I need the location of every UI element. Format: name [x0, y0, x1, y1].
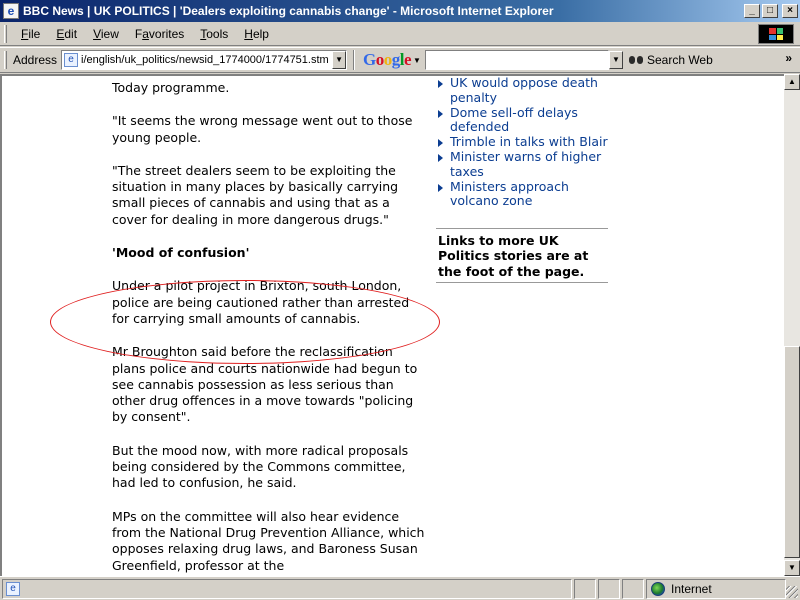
- bullet-arrow-icon: [438, 80, 443, 88]
- search-dropdown-button[interactable]: ▼: [608, 51, 623, 69]
- article-paragraph: "The street dealers seem to be exploitin…: [112, 162, 399, 227]
- google-letter-e: e: [404, 50, 412, 69]
- google-letter-g2: g: [391, 50, 401, 69]
- menu-help[interactable]: Help: [236, 25, 277, 43]
- toolbar-grip[interactable]: [4, 51, 7, 69]
- related-link[interactable]: UK would oppose death penalty: [436, 76, 608, 105]
- menu-edit[interactable]: Edit: [48, 25, 85, 43]
- status-cell: [622, 578, 644, 599]
- menu-file-label: ile: [28, 26, 41, 41]
- highlighted-paragraph: Under a pilot project in Brixton, south …: [112, 278, 410, 326]
- vertical-scrollbar[interactable]: ▲ ▼: [784, 74, 800, 576]
- google-menu-arrow-icon[interactable]: ▼: [413, 56, 421, 65]
- scroll-up-button[interactable]: ▲: [784, 74, 800, 90]
- windows-logo-icon: [758, 24, 794, 44]
- address-toolbar: Address e i/english/uk_politics/newsid_1…: [0, 47, 800, 73]
- resize-grip-icon[interactable]: [786, 586, 798, 598]
- search-web-label: Search Web: [646, 53, 713, 67]
- google-search-input[interactable]: [424, 50, 609, 70]
- related-link[interactable]: Dome sell-off delays defended: [436, 104, 608, 135]
- address-url: i/english/uk_politics/newsid_1774000/177…: [81, 54, 329, 66]
- related-link-text: Trimble in talks with Blair: [450, 134, 608, 149]
- status-cell: [574, 578, 596, 599]
- menu-favorites-hotkey: a: [142, 26, 149, 41]
- menu-bar: File Edit View Favorites Tools Help: [0, 22, 800, 46]
- article-paragraph: Today programme.: [112, 80, 230, 95]
- menu-edit-label: dit: [64, 26, 78, 41]
- menu-favorites[interactable]: Favorites: [127, 25, 192, 43]
- related-link-text: Dome sell-off delays defended: [450, 104, 578, 134]
- related-link-text: Ministers approach volcano zone: [450, 178, 569, 208]
- related-link[interactable]: Ministers approach volcano zone: [436, 178, 608, 209]
- security-zone[interactable]: Internet: [646, 578, 786, 599]
- address-dropdown-button[interactable]: ▼: [332, 51, 347, 69]
- scroll-down-button[interactable]: ▼: [784, 560, 800, 576]
- divider: [436, 282, 608, 283]
- page-content: Today programme. "It seems the wrong mes…: [0, 74, 784, 576]
- bbc-page-icon: e: [3, 3, 19, 19]
- address-label: Address: [13, 53, 58, 67]
- status-bar: e Internet: [0, 576, 800, 600]
- article-paragraph: Mr Broughton said before the reclassific…: [112, 344, 418, 425]
- scroll-thumb[interactable]: [784, 346, 800, 558]
- toolbar-grip[interactable]: [4, 24, 7, 43]
- bullet-arrow-icon: [438, 154, 443, 162]
- related-links-list: UK would oppose death penalty Dome sell-…: [436, 76, 608, 209]
- article-body: Today programme. "It seems the wrong mes…: [112, 80, 428, 576]
- article-paragraph: MPs on the committee will also hear evid…: [112, 508, 425, 573]
- toolbar-separator: [353, 50, 356, 70]
- status-cell: [598, 578, 620, 599]
- minimize-button[interactable]: _: [744, 4, 760, 18]
- related-link-text: Minister warns of higher taxes: [450, 149, 602, 179]
- menu-tools[interactable]: Tools: [192, 25, 236, 43]
- maximize-button[interactable]: □: [762, 4, 778, 18]
- menu-view[interactable]: View: [85, 25, 127, 43]
- menu-help-hotkey: H: [244, 26, 253, 41]
- bullet-arrow-icon: [438, 139, 443, 147]
- article-paragraph: "It seems the wrong message went out to …: [112, 113, 413, 145]
- title-bar[interactable]: e BBC News | UK POLITICS | 'Dealers expl…: [0, 0, 800, 22]
- related-link[interactable]: Trimble in talks with Blair: [436, 134, 608, 150]
- related-link-text: UK would oppose death penalty: [450, 75, 598, 105]
- article-paragraph: But the mood now, with more radical prop…: [112, 442, 409, 491]
- related-link[interactable]: Minister warns of higher taxes: [436, 149, 608, 179]
- window-title: BBC News | UK POLITICS | 'Dealers exploi…: [23, 4, 554, 18]
- toolbar-more-chevron-icon[interactable]: »: [785, 51, 792, 65]
- zone-label: Internet: [671, 581, 712, 596]
- window-controls: _ □ ×: [744, 4, 798, 18]
- menu-help-label: elp: [252, 26, 269, 41]
- menu-view-hotkey: V: [93, 26, 101, 41]
- menu-file[interactable]: File: [13, 25, 48, 43]
- google-letter-o1: o: [375, 50, 385, 69]
- binoculars-icon: [628, 54, 643, 66]
- menu-tools-label: ools: [206, 26, 229, 41]
- page-icon: e: [64, 53, 79, 67]
- menu-view-label: iew: [100, 26, 119, 41]
- address-field[interactable]: e i/english/uk_politics/newsid_1774000/1…: [61, 50, 348, 70]
- google-letter-g: G: [363, 50, 376, 69]
- status-text-panel: e: [2, 578, 572, 599]
- links-note: Links to more UK Politics stories are at…: [438, 232, 589, 279]
- globe-icon: [651, 581, 665, 596]
- bullet-arrow-icon: [438, 109, 443, 118]
- article-subheading: 'Mood of confusion': [112, 245, 250, 261]
- google-letter-o2: o: [383, 50, 393, 69]
- menu-favorites-label: vorites: [148, 26, 185, 41]
- close-button[interactable]: ×: [782, 4, 798, 18]
- search-web-button[interactable]: Search Web: [628, 53, 713, 67]
- page-status-icon: e: [6, 581, 20, 596]
- bullet-arrow-icon: [438, 183, 443, 192]
- related-stories-sidebar: UK would oppose death penalty Dome sell-…: [436, 76, 608, 283]
- google-logo[interactable]: Google: [363, 50, 412, 70]
